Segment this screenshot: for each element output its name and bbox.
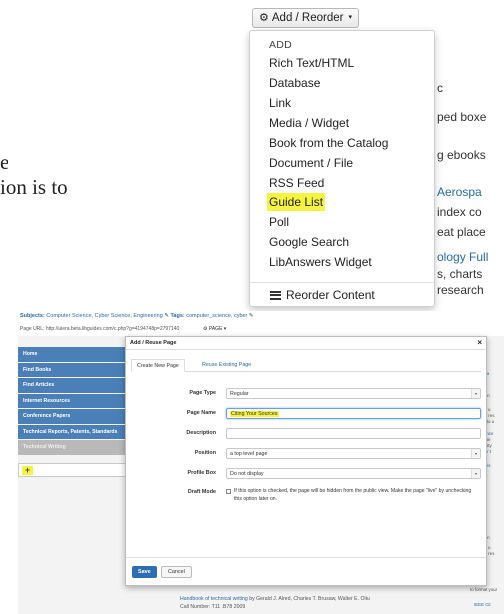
pencil-icon[interactable]: ✎ [249, 313, 254, 319]
document-text-fragment: e [0, 150, 8, 174]
page-name-value: Citing Your Sources [230, 411, 279, 417]
tab-reuse-existing-page[interactable]: Reuse Existing Page [197, 359, 256, 372]
add-reorder-menu-screenshot: e ion is to c ped boxe g ebooks Aerospa … [0, 0, 504, 307]
add-reorder-button[interactable]: ⚙ Add / Reorder ▾ [252, 8, 359, 28]
tags-label: Tags: [170, 313, 185, 319]
menu-item-rss-feed[interactable]: RSS Feed [267, 174, 326, 192]
gear-icon: ⚙ [203, 326, 208, 332]
subjects-label: Subjects: [20, 313, 45, 319]
nav-item-internet-resources[interactable]: Internet Resources [18, 393, 130, 408]
position-value: a top level page [230, 451, 268, 457]
subjects-value[interactable]: Computer Science, Cyber Science, Enginee… [46, 313, 162, 319]
add-page-button[interactable]: + [22, 466, 33, 475]
nav-item-home[interactable]: Home [18, 347, 130, 362]
guide-side-nav: Home Find Books Find Articles Internet R… [18, 347, 130, 456]
reorder-label: Reorder Content [286, 288, 375, 302]
save-button[interactable]: Save [132, 566, 157, 578]
background-link[interactable]: ology Full [437, 250, 488, 264]
page-menu-label: PAGE ▾ [208, 326, 227, 332]
background-text: research [437, 283, 484, 297]
dialog-footer: Save Cancel [126, 557, 486, 585]
book-authors: by Gerald J. Alred, Charles T. Brusaw, W… [249, 596, 370, 602]
position-select[interactable]: a top level page ▾ [226, 448, 481, 459]
nav-item-conference-papers[interactable]: Conference Papers [18, 409, 130, 424]
background-text: ped boxe [437, 110, 487, 124]
menu-item-reorder-content[interactable]: Reorder Content [270, 288, 375, 302]
draft-mode-checkbox[interactable] [226, 489, 231, 494]
dialog-header: Add / Reuse Page × [126, 337, 486, 350]
menu-item-book-catalog[interactable]: Book from the Catalog [267, 134, 390, 152]
book-title-link[interactable]: Handbook of technical writing [180, 596, 248, 602]
page-url-bar: Page URL: http://uiera.beta.libguides.co… [18, 322, 504, 336]
nav-item-technical-writing[interactable]: Technical Writing [18, 440, 130, 455]
background-text: s, charts [437, 267, 483, 281]
tab-create-new-page[interactable]: Create New Page [131, 359, 185, 372]
caret-down-icon: ▾ [348, 14, 352, 21]
menu-item-guide-list[interactable]: Guide List [267, 193, 326, 211]
nav-item-find-articles[interactable]: Find Articles [18, 378, 130, 393]
fragment[interactable]: IEEE Cit [474, 602, 491, 607]
add-reuse-page-screenshot: Subjects: Computer Science, Cyber Scienc… [18, 311, 504, 614]
profile-box-select[interactable]: Do not display ▾ [226, 468, 481, 479]
chevron-down-icon: ▾ [471, 449, 480, 458]
add-reorder-label: Add / Reorder [271, 12, 344, 24]
page-type-value: Regular [230, 391, 249, 397]
chevron-down-icon: ▾ [471, 389, 480, 398]
chevron-down-icon: ▾ [471, 469, 480, 478]
add-reorder-dropdown: ADD Rich Text/HTML Database Link Media /… [249, 30, 435, 307]
background-text: index co [437, 205, 482, 219]
menu-divider [250, 282, 434, 283]
background-link[interactable]: Aerospa [437, 185, 482, 199]
fragment: to format your [470, 587, 498, 592]
menu-item-database[interactable]: Database [267, 74, 322, 92]
draft-mode-label: Draft Mode [187, 489, 216, 495]
page-name-label: Page Name [186, 410, 216, 416]
dialog-tabs: Create New Page Reuse Existing Page [131, 359, 481, 372]
menu-item-libanswers-widget[interactable]: LibAnswers Widget [267, 253, 374, 271]
profile-box-value: Do not display [230, 471, 264, 477]
menu-item-rich-text[interactable]: Rich Text/HTML [267, 54, 356, 72]
page-menu-button[interactable]: ⚙ PAGE ▾ [203, 322, 226, 336]
menu-header-add: ADD [269, 39, 293, 51]
menu-item-media-widget[interactable]: Media / Widget [267, 114, 351, 132]
add-reuse-page-dialog: Add / Reuse Page × Create New Page Reuse… [125, 336, 487, 586]
page-type-label: Page Type [189, 390, 216, 396]
document-text-fragment: ion is to [0, 175, 68, 199]
page-type-select[interactable]: Regular ▾ [226, 388, 481, 399]
pencil-icon[interactable]: ✎ [164, 313, 169, 319]
nav-item-technical-reports[interactable]: Technical Reports, Patents, Standards [18, 424, 130, 439]
description-label: Description [186, 430, 216, 436]
background-text: c [437, 81, 443, 95]
draft-mode-help: If this option is checked, the page will… [234, 488, 472, 502]
gear-icon: ⚙ [259, 12, 269, 24]
bars-icon [270, 290, 281, 300]
add-page-row: + [18, 463, 130, 477]
tags-value[interactable]: computer_science, cyber [186, 313, 247, 319]
background-text: g ebooks [437, 148, 486, 162]
nav-item-find-books[interactable]: Find Books [18, 362, 130, 377]
profile-box-label: Profile Box [187, 470, 216, 476]
position-label: Position [194, 450, 216, 456]
menu-item-document-file[interactable]: Document / File [267, 154, 355, 172]
dialog-title: Add / Reuse Page [130, 340, 177, 346]
book-call-number: Call Number: T11 .B78 2009 [180, 604, 246, 610]
close-icon[interactable]: × [477, 338, 482, 347]
menu-item-poll[interactable]: Poll [267, 213, 291, 231]
book-citation: Handbook of technical writing by Gerald … [180, 596, 370, 602]
subjects-bar: Subjects: Computer Science, Cyber Scienc… [18, 311, 504, 322]
menu-item-link[interactable]: Link [267, 94, 293, 112]
page-name-input[interactable]: Citing Your Sources [226, 408, 481, 419]
background-text: eat place [437, 225, 486, 239]
page-url: Page URL: http://uiera.beta.libguides.co… [20, 326, 180, 332]
menu-item-google-search[interactable]: Google Search [267, 233, 351, 251]
description-input[interactable] [226, 428, 481, 439]
cancel-button[interactable]: Cancel [161, 566, 192, 578]
